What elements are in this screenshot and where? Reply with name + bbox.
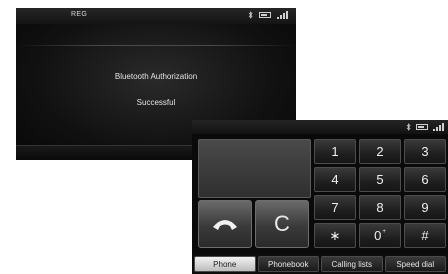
- number-display: [198, 139, 311, 198]
- key-9[interactable]: 9: [404, 195, 446, 220]
- mode-label: REG: [71, 11, 88, 18]
- phone-handset-icon: [213, 220, 237, 230]
- clear-button[interactable]: C: [255, 200, 309, 248]
- bottom-tabs: Phone Phonebook Calling lists Speed dial: [192, 254, 448, 274]
- status-icons: [248, 11, 288, 19]
- key-3[interactable]: 3: [404, 139, 446, 164]
- key-2[interactable]: 2: [359, 139, 401, 164]
- key-8[interactable]: 8: [359, 195, 401, 220]
- key-7[interactable]: 7: [314, 195, 356, 220]
- key-5[interactable]: 5: [359, 167, 401, 192]
- bluetooth-icon: [406, 123, 411, 131]
- key-0[interactable]: 0 +: [359, 223, 401, 248]
- dial-keypad: 1 2 3 4 5 6 7 8 9 ∗ 0 + #: [314, 139, 446, 248]
- signal-icon: [433, 123, 444, 131]
- key-star[interactable]: ∗: [314, 223, 356, 248]
- bluetooth-icon: [248, 11, 253, 19]
- tab-calling-lists[interactable]: Calling lists: [321, 256, 383, 272]
- tab-phonebook[interactable]: Phonebook: [257, 256, 319, 272]
- dialog-title: Bluetooth Authorization: [114, 72, 198, 81]
- dialog-message: Successful: [136, 98, 176, 107]
- key-hash[interactable]: #: [404, 223, 446, 248]
- signal-icon: [277, 11, 288, 19]
- status-icons: [406, 123, 444, 131]
- status-bar: [192, 120, 448, 134]
- status-bar: REG: [16, 8, 296, 24]
- call-button[interactable]: [198, 200, 252, 248]
- battery-icon: [416, 124, 428, 130]
- tab-phone[interactable]: Phone: [194, 256, 256, 272]
- key-4[interactable]: 4: [314, 167, 356, 192]
- tab-speed-dial[interactable]: Speed dial: [384, 256, 446, 272]
- battery-icon: [259, 12, 271, 18]
- divider: [16, 45, 296, 46]
- phone-keypad-screen: C 1 2 3 4 5 6 7 8 9 ∗ 0 + # Phone Phonebo…: [192, 120, 448, 274]
- key-1[interactable]: 1: [314, 139, 356, 164]
- key-6[interactable]: 6: [404, 167, 446, 192]
